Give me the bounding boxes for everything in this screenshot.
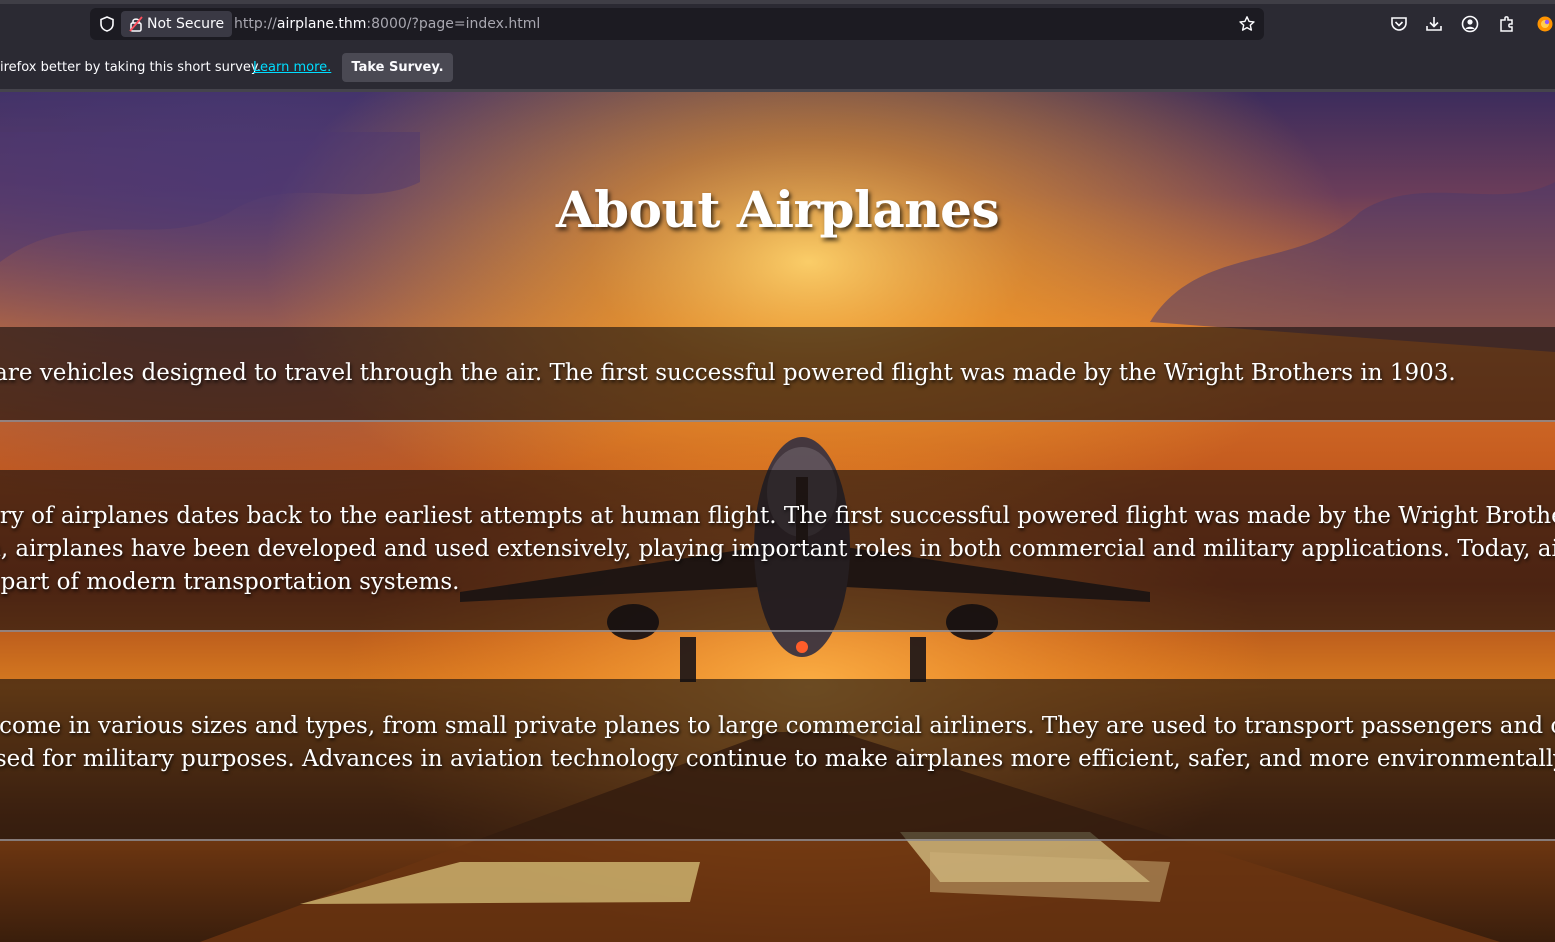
- insecure-lock-icon: [129, 16, 143, 32]
- history-section: ory of airplanes dates back to the earli…: [0, 470, 1555, 632]
- address-bar[interactable]: Not Secure http://airplane.thm:8000/?pag…: [90, 8, 1264, 40]
- firefox-icon[interactable]: [1535, 14, 1555, 34]
- survey-notification-bar: irefox better by taking this short surve…: [0, 48, 1555, 92]
- account-icon[interactable]: [1460, 14, 1480, 34]
- intro-line-1: s are vehicles designed to travel throug…: [0, 360, 1456, 386]
- download-icon[interactable]: [1424, 14, 1444, 34]
- notification-message: irefox better by taking this short surve…: [0, 60, 261, 75]
- history-text: ory of airplanes dates back to the earli…: [0, 500, 1555, 599]
- page-title: About Airplanes: [555, 180, 1000, 239]
- types-text: s come in various sizes and types, from …: [0, 710, 1555, 776]
- history-line-1: ory of airplanes dates back to the earli…: [0, 503, 1555, 529]
- browser-toolbar: Not Secure http://airplane.thm:8000/?pag…: [0, 0, 1555, 48]
- extensions-icon[interactable]: [1497, 14, 1517, 34]
- site-security-indicator[interactable]: Not Secure: [121, 11, 233, 37]
- tracking-protection-icon[interactable]: [98, 15, 116, 33]
- learn-more-link[interactable]: Learn more.: [253, 60, 331, 75]
- types-line-1: s come in various sizes and types, from …: [0, 713, 1555, 739]
- intro-text: s are vehicles designed to travel throug…: [0, 357, 1456, 390]
- bookmark-star-icon[interactable]: [1238, 15, 1256, 33]
- history-line-2: n, airplanes have been developed and use…: [0, 536, 1555, 562]
- url-host: airplane.thm: [276, 16, 367, 32]
- take-survey-button[interactable]: Take Survey.: [342, 53, 453, 82]
- security-label: Not Secure: [147, 16, 225, 32]
- page-viewport: About Airplanes s are vehicles designed …: [0, 92, 1555, 942]
- url-text[interactable]: http://airplane.thm:8000/?page=index.htm…: [234, 8, 540, 40]
- history-line-3: l part of modern transportation systems.: [0, 569, 460, 595]
- types-section: s come in various sizes and types, from …: [0, 679, 1555, 841]
- pocket-icon[interactable]: [1389, 14, 1409, 34]
- url-rest: :8000/?page=index.html: [366, 16, 541, 32]
- types-line-2: used for military purposes. Advances in …: [0, 746, 1555, 772]
- url-prefix: http://: [234, 16, 277, 32]
- intro-section: s are vehicles designed to travel throug…: [0, 327, 1555, 422]
